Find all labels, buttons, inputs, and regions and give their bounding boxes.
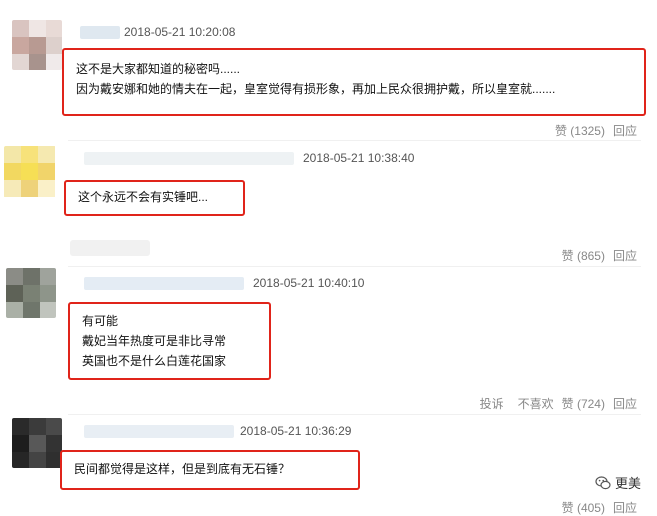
blurred-content	[70, 240, 150, 256]
reply-button[interactable]: 回应	[613, 397, 637, 411]
comment-actions: 赞 (405) 回应	[554, 499, 637, 516]
username-blurred[interactable]	[84, 277, 244, 290]
like-button[interactable]: 赞 (865)	[562, 249, 605, 263]
reply-button[interactable]: 回应	[613, 501, 637, 515]
comment-timestamp: 2018-05-21 10:38:40	[303, 151, 415, 165]
avatar[interactable]	[6, 268, 56, 318]
divider	[68, 414, 641, 415]
reply-button[interactable]: 回应	[613, 249, 637, 263]
comment-line: 这不是大家都知道的秘密吗......	[76, 62, 241, 76]
comment-actions: 赞 (1325) 回应	[547, 122, 637, 139]
reply-button[interactable]: 回应	[613, 124, 637, 138]
comment-actions: 赞 (865) 回应	[554, 247, 637, 264]
comment-text-box: 有可能 戴妃当年热度可是非比寻常 英国也不是什么白莲花国家	[68, 302, 271, 380]
like-button[interactable]: 赞 (405)	[562, 501, 605, 515]
brand-name: 更美	[614, 476, 641, 491]
comment-line: 因为戴安娜和她的情夫在一起，皇室觉得有损形象，再加上民众很拥护戴，所以皇室就..…	[76, 82, 556, 96]
avatar[interactable]	[12, 20, 62, 70]
divider	[68, 266, 641, 267]
comment-line: 有可能	[82, 314, 119, 328]
comment-line: 这个永远不会有实锤吧...	[78, 190, 209, 204]
comment-text-box: 这个永远不会有实锤吧...	[64, 180, 245, 216]
comment-timestamp: 2018-05-21 10:20:08	[124, 25, 236, 39]
brand-watermark: 更美	[595, 473, 641, 492]
avatar[interactable]	[12, 418, 62, 468]
comment-timestamp: 2018-05-21 10:40:10	[253, 276, 365, 290]
wechat-icon	[595, 475, 611, 489]
username-blurred[interactable]	[80, 26, 120, 39]
like-button[interactable]: 赞 (1325)	[555, 124, 605, 138]
username-blurred[interactable]	[84, 152, 294, 165]
comment-text-box: 这不是大家都知道的秘密吗...... 因为戴安娜和她的情夫在一起，皇室觉得有损形…	[62, 48, 646, 116]
divider	[68, 140, 641, 141]
report-button[interactable]: 投诉	[480, 397, 504, 411]
comment-text-box: 民间都觉得是这样，但是到底有无石锤？	[60, 450, 360, 490]
comment-actions: 投诉 不喜欢赞 (724) 回应	[472, 395, 637, 412]
comment-line: 英国也不是什么白莲花国家	[82, 354, 227, 368]
comment-timestamp: 2018-05-21 10:36:29	[240, 424, 352, 438]
dislike-button[interactable]: 不喜欢	[518, 397, 554, 411]
comment-line: 戴妃当年热度可是非比寻常	[82, 334, 227, 348]
like-button[interactable]: 赞 (724)	[562, 397, 605, 411]
comment-line: 民间都觉得是这样，但是到底有无石锤？	[74, 462, 291, 476]
avatar[interactable]	[4, 146, 56, 198]
username-blurred[interactable]	[84, 425, 234, 438]
